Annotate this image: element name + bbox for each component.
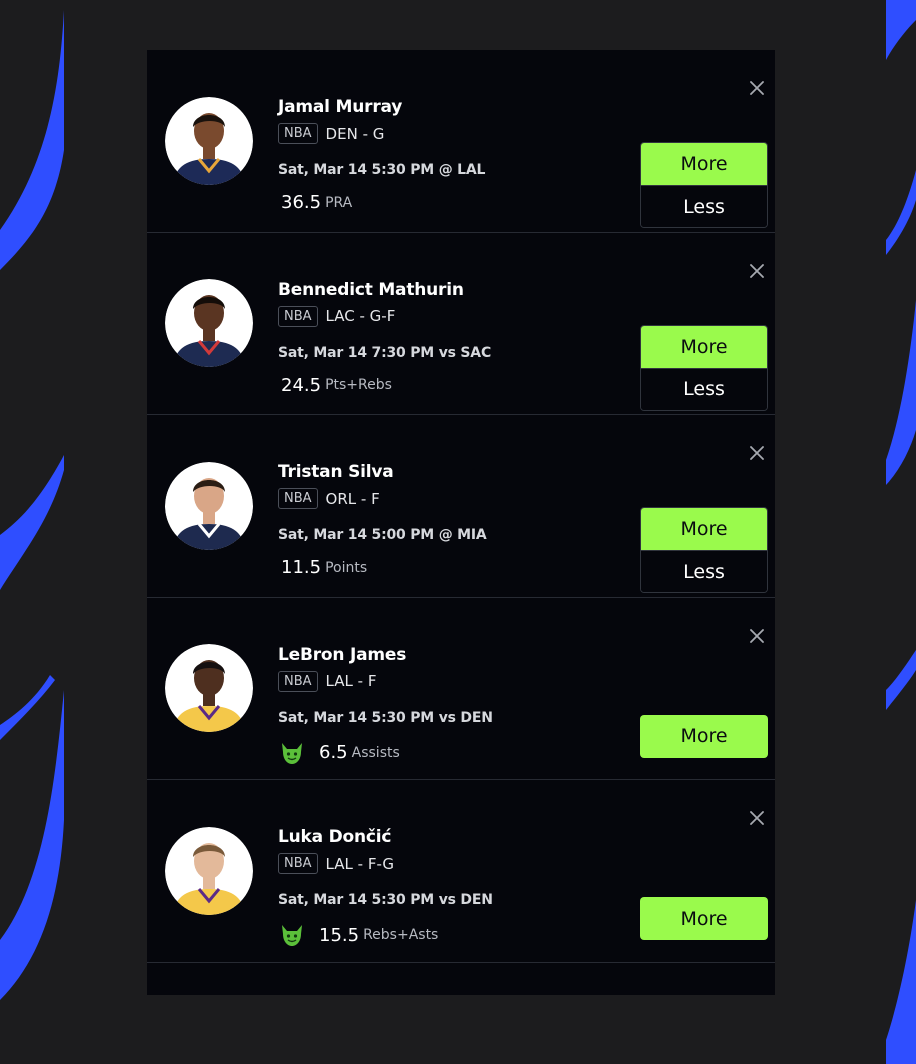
team-row: NBA LAL - F-G bbox=[278, 853, 493, 874]
pick-card-3: Tristan Silva NBA ORL - F Sat, Mar 14 5:… bbox=[147, 415, 775, 598]
pick-list-panel: Jamal Murray NBA DEN - G Sat, Mar 14 5:3… bbox=[147, 50, 775, 995]
background-swoosh-right bbox=[886, 0, 916, 1064]
projection-row: 6.5 Assists bbox=[278, 740, 493, 766]
close-icon[interactable] bbox=[749, 628, 765, 644]
pick-card-5: Luka Dončić NBA LAL - F-G Sat, Mar 14 5:… bbox=[147, 780, 775, 963]
player-name: Tristan Silva bbox=[278, 462, 394, 482]
background-swoosh-left bbox=[0, 10, 64, 1000]
team-row: NBA LAL - F bbox=[278, 670, 493, 692]
close-icon[interactable] bbox=[749, 445, 765, 461]
less-button[interactable]: Less bbox=[641, 185, 767, 227]
player-avatar bbox=[165, 826, 253, 915]
team-row: NBA DEN - G bbox=[278, 123, 485, 144]
close-icon[interactable] bbox=[749, 263, 765, 279]
projection-row: 11.5 Points bbox=[278, 557, 487, 578]
team-position: DEN - G bbox=[325, 124, 385, 143]
projection-row: 36.5 PRA bbox=[278, 192, 485, 213]
demon-icon bbox=[282, 925, 302, 946]
player-name: LeBron James bbox=[278, 644, 407, 665]
more-less-toggle: More Less bbox=[640, 507, 768, 593]
stat-type: PRA bbox=[325, 194, 353, 211]
pick-info: Jamal Murray NBA DEN - G Sat, Mar 14 5:3… bbox=[278, 96, 485, 213]
pick-info: LeBron James NBA LAL - F Sat, Mar 14 5:3… bbox=[278, 644, 493, 766]
player-headshot bbox=[165, 826, 253, 915]
player-name: Jamal Murray bbox=[278, 97, 403, 117]
more-less-toggle: More Less bbox=[640, 142, 768, 228]
projection-line: 11.5 bbox=[281, 557, 322, 578]
less-button[interactable]: Less bbox=[641, 550, 767, 592]
projection-line: 6.5 bbox=[319, 742, 348, 763]
team-position: LAL - F bbox=[325, 672, 377, 690]
player-headshot bbox=[165, 461, 253, 550]
game-info: Sat, Mar 14 5:30 PM vs DEN bbox=[278, 892, 493, 908]
league-badge: NBA bbox=[278, 670, 318, 692]
stat-type: Points bbox=[325, 559, 368, 576]
player-headshot bbox=[165, 644, 253, 733]
close-icon[interactable] bbox=[749, 80, 765, 96]
player-avatar bbox=[165, 644, 253, 733]
pick-info: Tristan Silva NBA ORL - F Sat, Mar 14 5:… bbox=[278, 461, 487, 578]
game-info: Sat, Mar 14 7:30 PM vs SAC bbox=[278, 344, 492, 361]
more-button[interactable]: More bbox=[641, 325, 767, 368]
projection-line: 36.5 bbox=[281, 192, 322, 213]
pick-card-2: Bennedict Mathurin NBA LAC - G-F Sat, Ma… bbox=[147, 233, 775, 415]
league-badge: NBA bbox=[278, 488, 318, 509]
player-avatar bbox=[165, 461, 253, 550]
pick-info: Luka Dončić NBA LAL - F-G Sat, Mar 14 5:… bbox=[278, 826, 493, 948]
more-button[interactable]: More bbox=[640, 714, 768, 758]
more-less-toggle: More Less bbox=[640, 324, 768, 411]
team-position: LAL - F-G bbox=[325, 854, 395, 873]
less-button[interactable]: Less bbox=[641, 367, 767, 410]
projection-row: 24.5 Pts+Rebs bbox=[278, 375, 491, 396]
pick-card-4: LeBron James NBA LAL - F Sat, Mar 14 5:3… bbox=[147, 598, 775, 780]
stat-type: Pts+Rebs bbox=[325, 377, 392, 393]
more-button[interactable]: More bbox=[641, 508, 767, 550]
player-headshot bbox=[165, 279, 253, 368]
team-position: ORL - F bbox=[325, 489, 380, 508]
team-position: LAC - G-F bbox=[325, 307, 396, 325]
league-badge: NBA bbox=[278, 305, 318, 327]
league-badge: NBA bbox=[278, 853, 318, 874]
projection-line: 24.5 bbox=[281, 374, 322, 396]
projection-row: 15.5 Rebs+Asts bbox=[278, 922, 493, 948]
player-headshot bbox=[165, 96, 253, 185]
game-info: Sat, Mar 14 5:30 PM vs DEN bbox=[278, 709, 493, 726]
more-button[interactable]: More bbox=[640, 897, 768, 940]
pick-card-1: Jamal Murray NBA DEN - G Sat, Mar 14 5:3… bbox=[147, 50, 775, 233]
pick-info: Bennedict Mathurin NBA LAC - G-F Sat, Ma… bbox=[278, 279, 491, 396]
player-avatar bbox=[165, 96, 253, 185]
player-avatar bbox=[165, 279, 253, 368]
stat-type: Rebs+Asts bbox=[363, 927, 439, 943]
game-info: Sat, Mar 14 5:30 PM @ LAL bbox=[278, 162, 486, 178]
more-button[interactable]: More bbox=[641, 143, 767, 185]
team-row: NBA ORL - F bbox=[278, 488, 487, 509]
league-badge: NBA bbox=[278, 123, 318, 144]
close-icon[interactable] bbox=[749, 810, 765, 826]
player-name: Bennedict Mathurin bbox=[278, 279, 464, 300]
demon-icon bbox=[282, 742, 302, 764]
team-row: NBA LAC - G-F bbox=[278, 305, 491, 327]
game-info: Sat, Mar 14 5:00 PM @ MIA bbox=[278, 527, 487, 543]
projection-line: 15.5 bbox=[319, 924, 360, 946]
player-name: Luka Dončić bbox=[278, 827, 392, 847]
stat-type: Assists bbox=[351, 744, 400, 761]
